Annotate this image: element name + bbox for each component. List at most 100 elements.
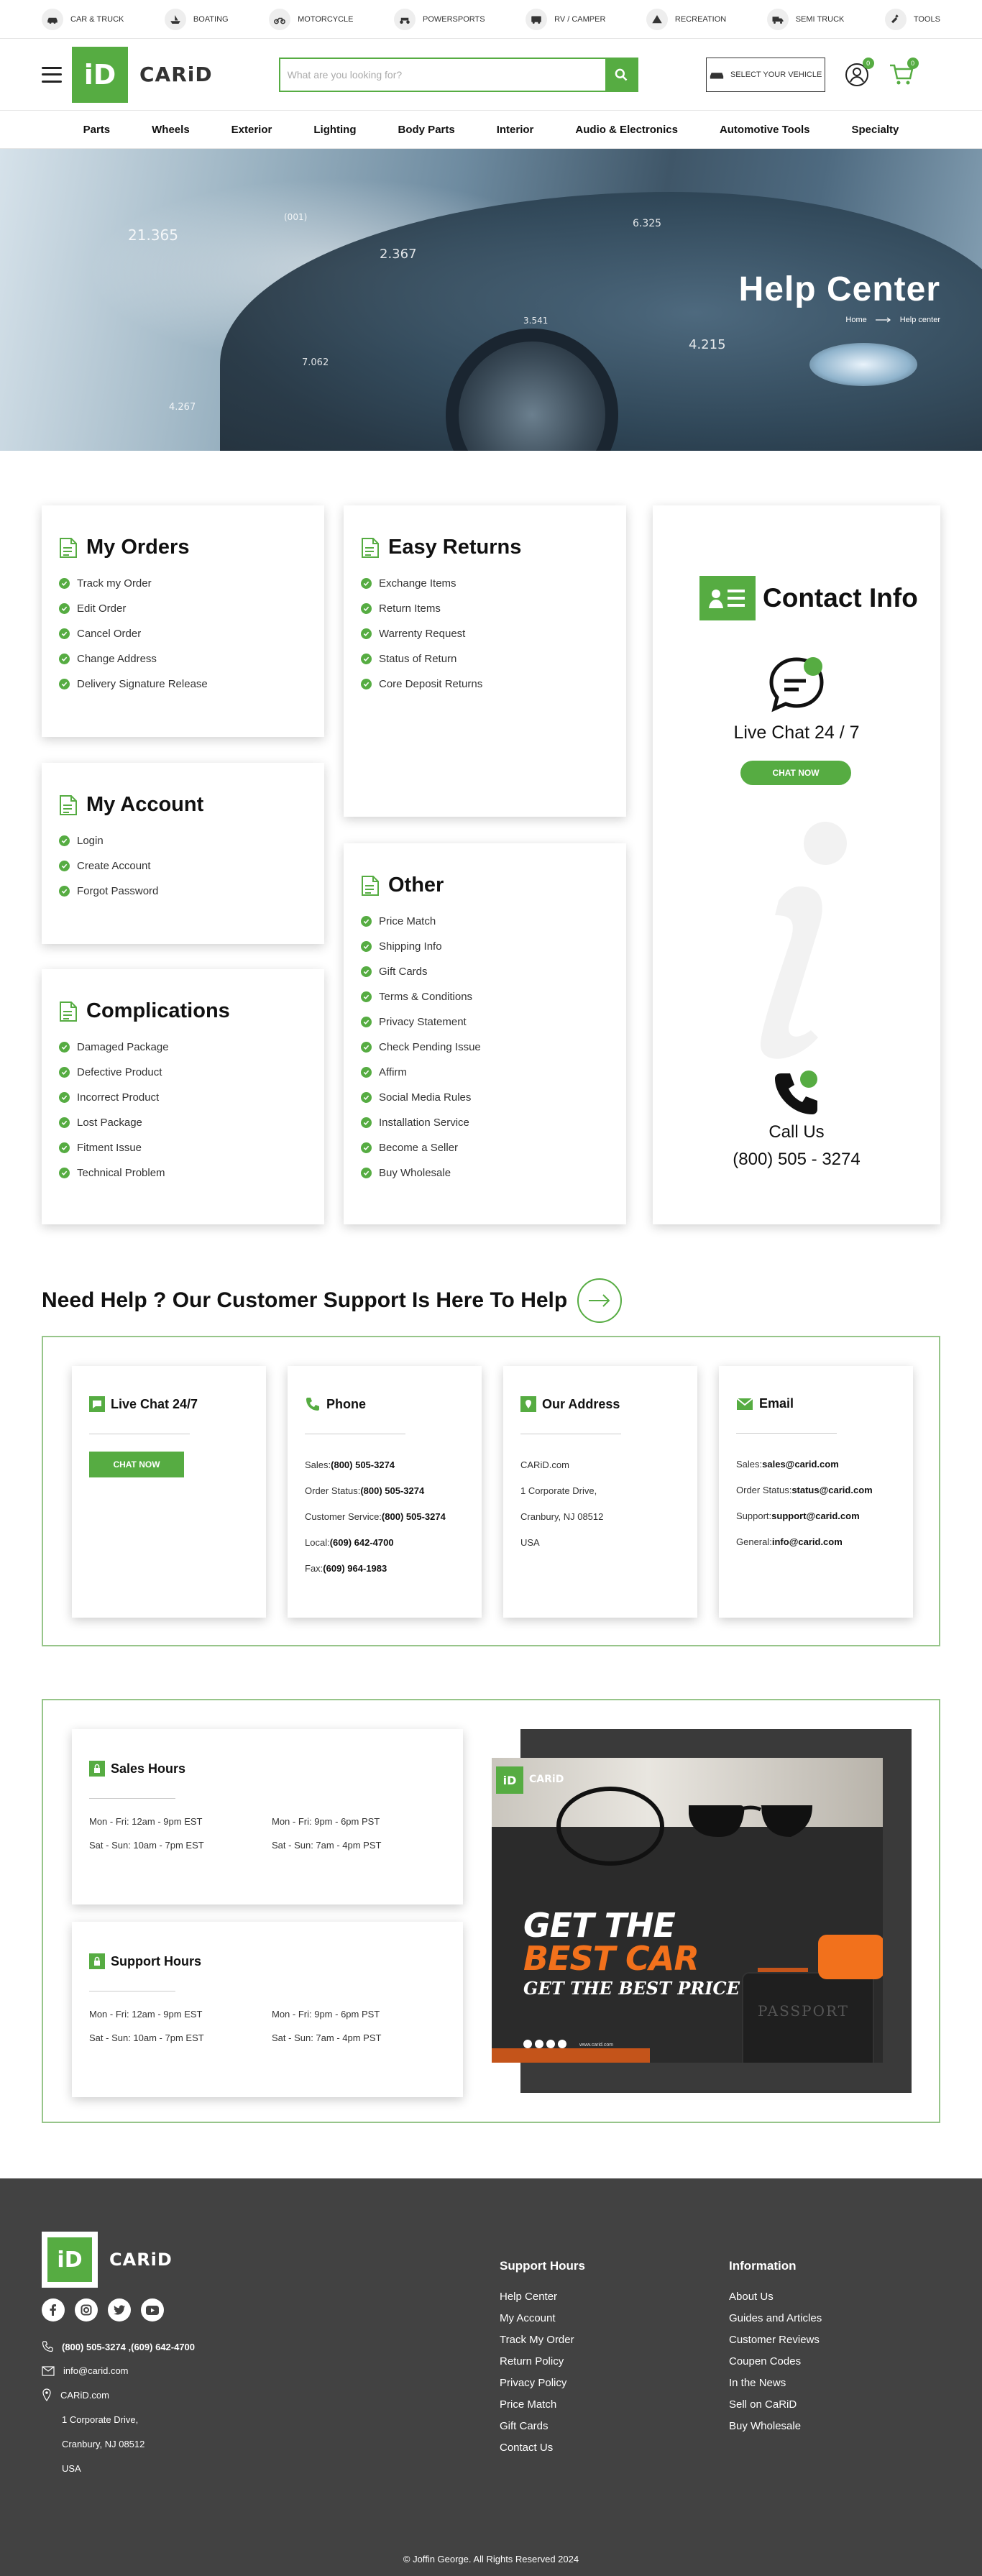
call-us-phone[interactable]: (800) 505 - 3274 [653,1150,940,1170]
list-item[interactable]: Core Deposit Returns [361,671,609,697]
list-item[interactable]: Become a Seller [361,1135,609,1160]
list-item[interactable]: Create Account [59,853,307,879]
category-rv-camper[interactable]: RV / CAMPER [526,8,605,30]
footer-link[interactable]: My Account [500,2312,585,2334]
email-line[interactable]: Support: support@carid.com [736,1503,896,1528]
category-tools[interactable]: TOOLS [884,8,940,30]
phone-line[interactable]: Sales: (800) 505-3274 [305,1452,464,1477]
list-item[interactable]: Change Address [59,646,307,671]
menu-icon[interactable] [42,66,62,83]
list-item[interactable]: Login [59,828,307,853]
list-item[interactable]: Gift Cards [361,959,609,984]
list-item[interactable]: Terms & Conditions [361,984,609,1009]
nav-automotive-tools[interactable]: Automotive Tools [720,124,810,136]
chat-now-button[interactable]: CHAT NOW [89,1452,184,1477]
nav-lighting[interactable]: Lighting [313,124,356,136]
list-item[interactable]: Social Media Rules [361,1085,609,1110]
breadcrumb-home[interactable]: Home [845,316,866,324]
list-item[interactable]: Damaged Package [59,1035,307,1060]
chat-now-button[interactable]: CHAT NOW [740,761,851,785]
list-item[interactable]: Warrenty Request [361,621,609,646]
footer-link[interactable]: Buy Wholesale [729,2420,822,2442]
footer-logo[interactable]: iD CARiD [42,2232,173,2288]
footer-link[interactable]: Customer Reviews [729,2334,822,2355]
email-line[interactable]: Order Status: status@carid.com [736,1477,896,1503]
list-item[interactable]: Buy Wholesale [361,1160,609,1186]
site-logo[interactable]: iD CARiD [72,46,213,103]
instagram-icon[interactable] [75,2298,98,2321]
footer-link[interactable]: Return Policy [500,2355,585,2377]
category-powersports[interactable]: POWERSPORTS [394,8,485,30]
address-line: 1 Corporate Drive, [520,1485,597,1496]
category-semi-truck[interactable]: SEMI TRUCK [766,8,844,30]
nav-parts[interactable]: Parts [83,124,111,136]
nav-wheels[interactable]: Wheels [152,124,190,136]
search-button[interactable] [605,58,637,91]
list-item[interactable]: Check Pending Issue [361,1035,609,1060]
list-item[interactable]: Price Match [361,909,609,934]
list-item[interactable]: Fitment Issue [59,1135,307,1160]
list-item[interactable]: Lost Package [59,1110,307,1135]
list-item[interactable]: Technical Problem [59,1160,307,1186]
phone-line[interactable]: Fax: (609) 964-1983 [305,1555,464,1581]
nav-exterior[interactable]: Exterior [231,124,272,136]
list-item[interactable]: Status of Return [361,646,609,671]
nav-audio-electronics[interactable]: Audio & Electronics [575,124,678,136]
card-title: Sales Hours [111,1761,186,1776]
footer-link[interactable]: Price Match [500,2398,585,2420]
list-item[interactable]: Defective Product [59,1060,307,1085]
hero-number: 4.215 [689,337,726,352]
footer-link[interactable]: About Us [729,2291,822,2312]
footer-link[interactable]: Gift Cards [500,2420,585,2442]
list-item[interactable]: Privacy Statement [361,1009,609,1035]
email-line[interactable]: Sales: sales@carid.com [736,1451,896,1477]
nav-specialty[interactable]: Specialty [852,124,899,136]
check-icon [59,886,70,897]
facebook-icon[interactable] [42,2298,65,2321]
cart-button[interactable]: 0 [889,57,919,88]
footer-phone[interactable]: (800) 505-3274 ,(609) 642-4700 [42,2341,195,2352]
list-item[interactable]: Track my Order [59,571,307,596]
footer-link[interactable]: Contact Us [500,2442,585,2463]
footer-email[interactable]: info@carid.com [42,2365,129,2376]
nav-body-parts[interactable]: Body Parts [398,124,455,136]
category-motorcycle[interactable]: MOTORCYCLE [269,8,354,30]
list-item[interactable]: Edit Order [59,596,307,621]
select-vehicle-button[interactable]: SELECT YOUR VEHICLE [705,57,825,92]
promo-banner[interactable]: iD CARiD PASSPORT GET THE BEST CAR GET T… [492,1758,883,2063]
footer-link[interactable]: Privacy Policy [500,2377,585,2398]
list-item[interactable]: Shipping Info [361,934,609,959]
list-item[interactable]: Return Items [361,596,609,621]
list-item[interactable]: Forgot Password [59,879,307,904]
promo-logo-mark: iD [496,1766,523,1794]
footer-site[interactable]: CARiD.com [42,2388,109,2401]
youtube-icon[interactable] [141,2298,164,2321]
nav-interior[interactable]: Interior [497,124,534,136]
search-input[interactable] [280,58,605,91]
card-title: Easy Returns [388,536,522,559]
list-item[interactable]: Delivery Signature Release [59,671,307,697]
footer-link[interactable]: Track My Order [500,2334,585,2355]
arrow-right-button[interactable] [577,1278,623,1323]
footer-link[interactable]: In the News [729,2377,822,2398]
footer-link[interactable]: Help Center [500,2291,585,2312]
phone-line[interactable]: Order Status: (800) 505-3274 [305,1477,464,1503]
list-item[interactable]: Installation Service [361,1110,609,1135]
email-icon [736,1397,753,1410]
list-item[interactable]: Cancel Order [59,621,307,646]
list-item[interactable]: Incorrect Product [59,1085,307,1110]
category-recreation[interactable]: RECREATION [646,8,726,30]
account-button[interactable]: 0 [844,57,874,88]
footer-link[interactable]: Sell on CaRiD [729,2398,822,2420]
list-item[interactable]: Affirm [361,1060,609,1085]
phone-line[interactable]: Customer Service: (800) 505-3274 [305,1503,464,1529]
location-icon [42,2388,51,2401]
phone-line[interactable]: Local: (609) 642-4700 [305,1529,464,1555]
footer-link[interactable]: Coupen Codes [729,2355,822,2377]
email-line[interactable]: General: info@carid.com [736,1528,896,1554]
footer-link[interactable]: Guides and Articles [729,2312,822,2334]
twitter-icon[interactable] [108,2298,131,2321]
list-item[interactable]: Exchange Items [361,571,609,596]
category-car-truck[interactable]: CAR & TRUCK [42,8,124,30]
category-boating[interactable]: BOATING [164,8,229,30]
